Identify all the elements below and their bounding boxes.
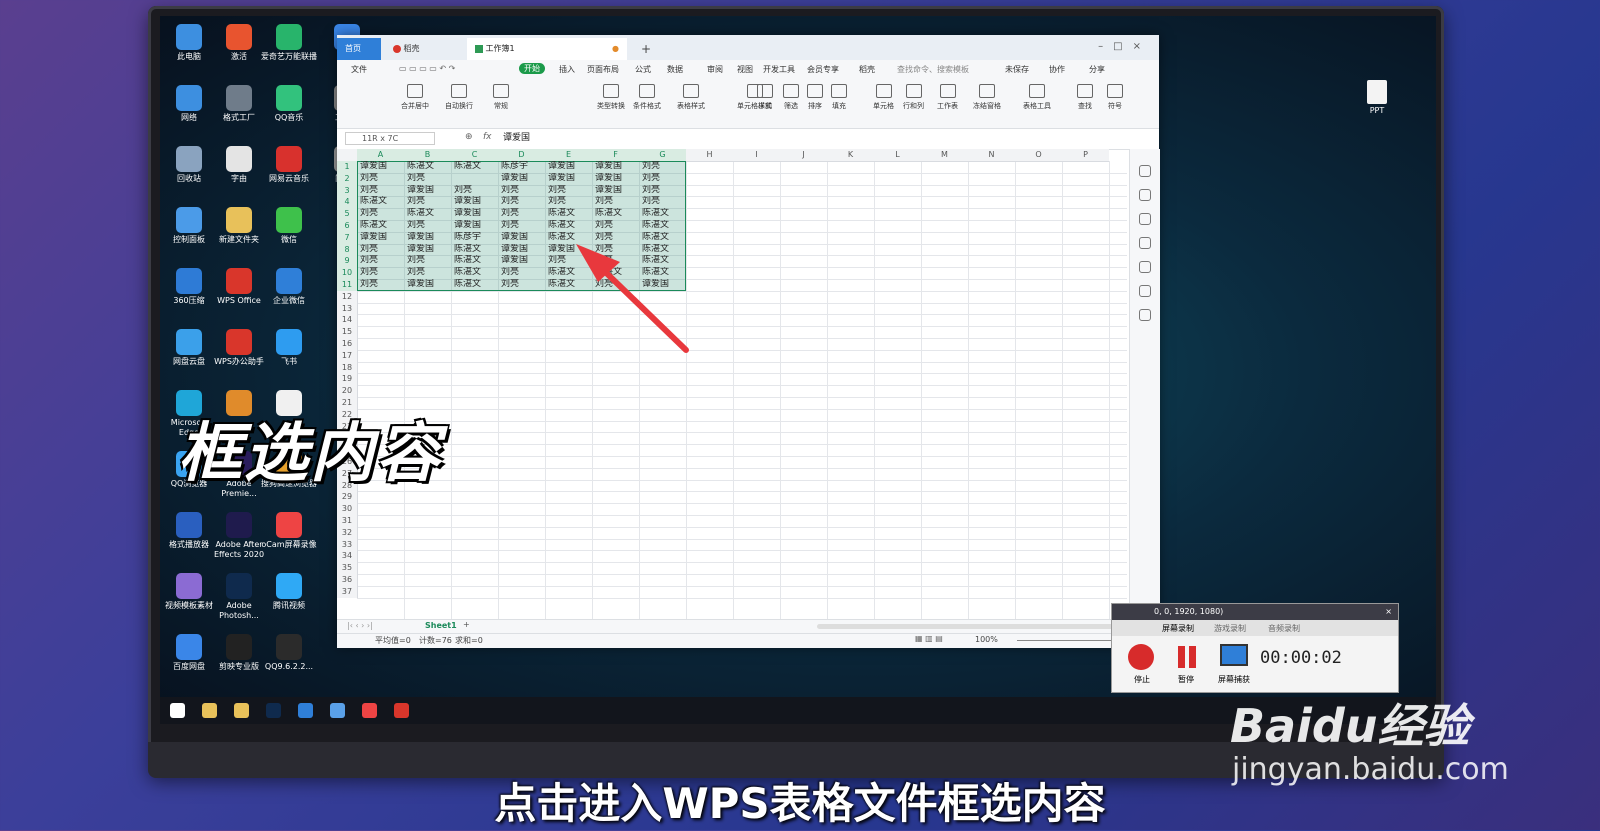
subtitle-text: 点击进入WPS表格文件框选内容 [494,779,1106,828]
baidu-jingyan-watermark: Baidu经验 [1230,699,1470,753]
arrow-shaft [592,259,689,353]
caption-overlay: 框选内容 [178,417,442,491]
